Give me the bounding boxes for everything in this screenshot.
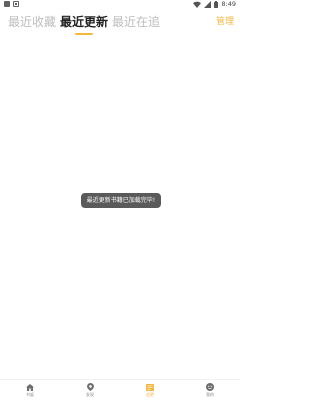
notification-app-icon xyxy=(4,1,10,7)
wifi-icon xyxy=(193,1,202,8)
bottom-navigation: 书架 发现 追更 我的 xyxy=(0,379,240,400)
tab-label: 最近收藏 xyxy=(8,15,57,29)
notification-app-icon xyxy=(13,1,19,7)
tab-label: 最近在追 xyxy=(112,15,161,29)
app-screen: 8:49 最近收藏 最近更新 最近在追 管理 最近更新书籍已加载完毕! 书架 发… xyxy=(0,0,240,400)
status-indicators: 8:49 xyxy=(193,0,236,9)
tab-recent-following[interactable]: 最近在追 xyxy=(112,14,160,30)
updates-icon xyxy=(146,383,154,391)
active-tab-indicator xyxy=(75,33,94,35)
nav-label: 发现 xyxy=(86,392,94,397)
profile-icon xyxy=(206,383,214,391)
nav-label: 我的 xyxy=(206,392,214,397)
tab-recent-favorites[interactable]: 最近收藏 xyxy=(8,14,56,30)
nav-label: 追更 xyxy=(146,391,154,397)
toast-message: 最近更新书籍已加载完毕! xyxy=(81,193,161,208)
tab-label: 最近更新 xyxy=(60,15,109,29)
nav-item-profile[interactable]: 我的 xyxy=(180,380,240,400)
discover-icon xyxy=(86,383,94,391)
top-tabs: 最近收藏 最近更新 最近在追 xyxy=(8,14,160,35)
home-icon xyxy=(26,383,34,391)
tab-recent-updates[interactable]: 最近更新 xyxy=(60,14,109,35)
manage-button[interactable]: 管理 xyxy=(216,16,234,28)
nav-item-updates[interactable]: 追更 xyxy=(120,380,180,400)
status-bar: 8:49 xyxy=(0,0,240,10)
nav-label: 书架 xyxy=(26,391,34,397)
status-time: 8:49 xyxy=(221,0,236,8)
nav-item-discover[interactable]: 发现 xyxy=(60,380,120,400)
signal-icon xyxy=(204,1,212,8)
battery-icon xyxy=(214,1,219,8)
status-notifications xyxy=(4,1,19,7)
nav-item-bookshelf[interactable]: 书架 xyxy=(0,380,60,400)
